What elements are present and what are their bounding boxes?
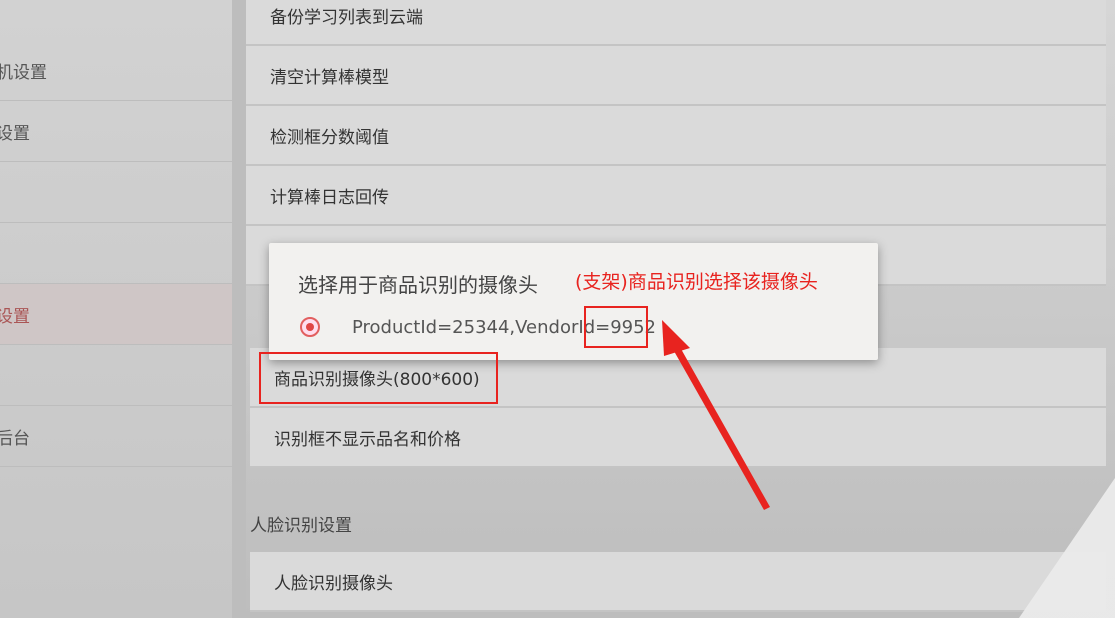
annotation-arrow-icon (662, 320, 770, 510)
app-screen: 机设置 设置 设置 后台 备份学习列表到云端 清空计算棒模型 检测框分数阈值 计… (0, 0, 1115, 618)
